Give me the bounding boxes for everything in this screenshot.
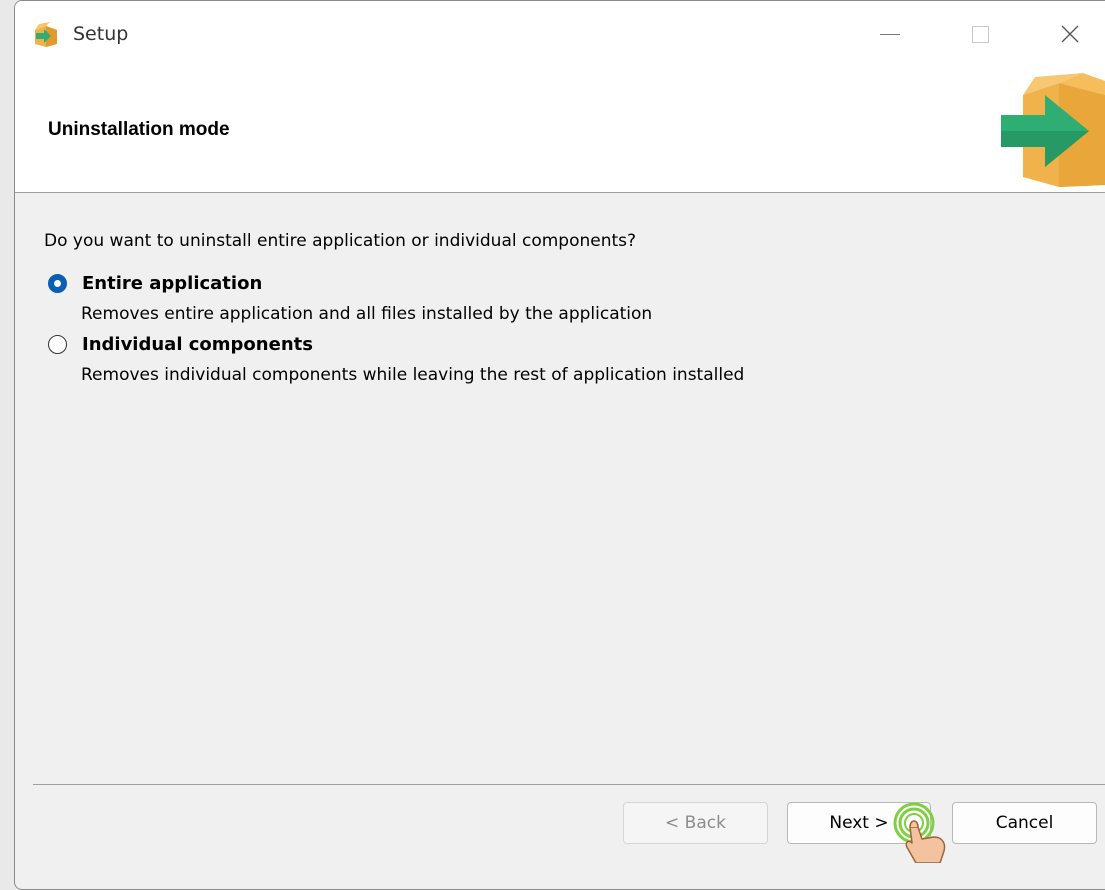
- radio-individual-components[interactable]: [48, 335, 67, 354]
- minimize-icon: [880, 33, 900, 35]
- option-individual-components-description: Removes individual components while leav…: [81, 365, 745, 385]
- option-individual-components-label[interactable]: Individual components: [82, 334, 313, 355]
- maximize-icon: [971, 25, 989, 43]
- footer-divider: [33, 784, 1105, 785]
- cancel-button[interactable]: Cancel: [952, 802, 1097, 844]
- setup-window: Setup Uninstallation mode Do you want to…: [14, 0, 1105, 890]
- option-entire-application-label[interactable]: Entire application: [82, 273, 262, 294]
- setup-app-icon: [35, 22, 57, 47]
- question-text: Do you want to uninstall entire applicat…: [44, 231, 637, 251]
- window-title: Setup: [73, 23, 129, 45]
- option-entire-application[interactable]: Entire application: [48, 273, 262, 294]
- wizard-header: Uninstallation mode: [15, 67, 1105, 193]
- option-entire-application-description: Removes entire application and all files…: [81, 304, 653, 324]
- close-icon: [1061, 25, 1079, 43]
- close-button[interactable]: [1040, 11, 1100, 57]
- maximize-button[interactable]: [950, 11, 1010, 57]
- option-individual-components[interactable]: Individual components: [48, 334, 313, 355]
- radio-entire-application[interactable]: [48, 274, 67, 293]
- back-button[interactable]: < Back: [623, 802, 768, 844]
- minimize-button[interactable]: [860, 11, 920, 57]
- page-title: Uninstallation mode: [48, 119, 230, 140]
- title-bar[interactable]: Setup: [15, 1, 1105, 67]
- package-arrow-icon: [1001, 73, 1105, 187]
- hand-cursor-icon: [893, 802, 946, 863]
